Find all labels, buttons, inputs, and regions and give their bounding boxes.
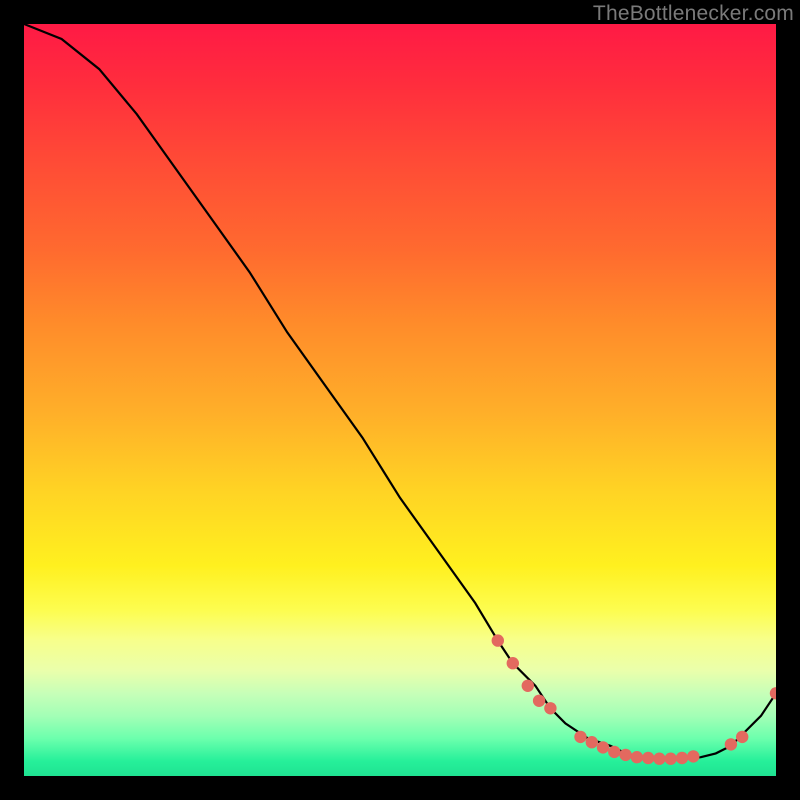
highlight-point [676, 752, 688, 764]
curve-overlay [24, 24, 776, 776]
highlight-point [522, 680, 534, 692]
highlight-point [544, 702, 556, 714]
highlight-point [687, 750, 699, 762]
chart-stage: TheBottlenecker.com [0, 0, 800, 800]
highlight-points-group [492, 634, 776, 765]
highlight-point [631, 751, 643, 763]
highlight-point [770, 687, 776, 699]
highlight-point [725, 738, 737, 750]
highlight-point [574, 731, 586, 743]
highlight-point [533, 695, 545, 707]
highlight-point [619, 749, 631, 761]
bottleneck-curve [24, 24, 776, 759]
highlight-point [608, 746, 620, 758]
highlight-point [586, 736, 598, 748]
highlight-point [736, 731, 748, 743]
highlight-point [507, 657, 519, 669]
highlight-point [492, 634, 504, 646]
watermark-text: TheBottlenecker.com [593, 2, 794, 26]
highlight-point [642, 752, 654, 764]
gradient-plot-area [24, 24, 776, 776]
highlight-point [665, 753, 677, 765]
highlight-point [597, 741, 609, 753]
highlight-point [653, 753, 665, 765]
